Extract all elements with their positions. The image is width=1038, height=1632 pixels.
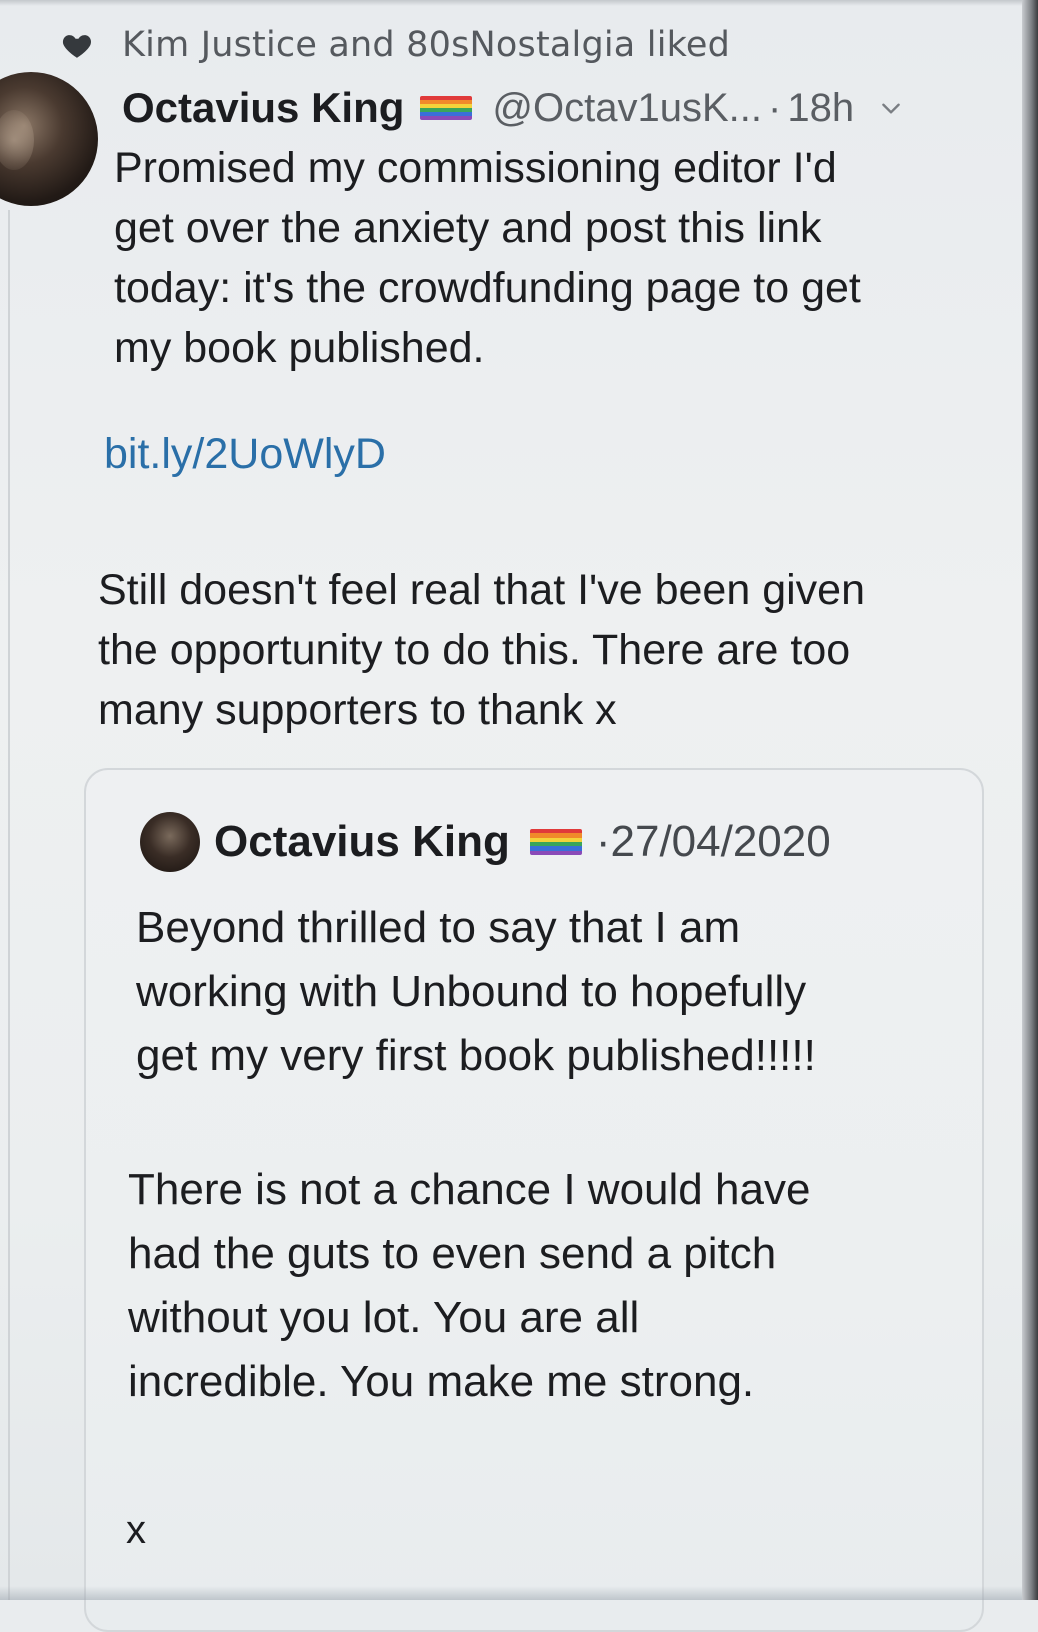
tweet-text: Promised my commissioning editor I'd get… bbox=[114, 144, 861, 372]
rainbow-flag-icon bbox=[529, 829, 582, 855]
author-avatar[interactable] bbox=[0, 72, 98, 206]
social-context: Kim Justice and 80sNostalgia liked bbox=[60, 20, 730, 70]
screen-bottom-edge bbox=[0, 1586, 1038, 1600]
dot-separator: · bbox=[768, 85, 782, 130]
tweet-time[interactable]: 18h bbox=[787, 86, 854, 131]
quoted-tweet-card[interactable]: Octavius King · 27/04/2020 Beyond thrill… bbox=[84, 768, 984, 1632]
author-handle[interactable]: @Octav1usK... bbox=[492, 86, 762, 131]
screen: Kim Justice and 80sNostalgia liked Octav… bbox=[0, 0, 1038, 1632]
chevron-down-icon[interactable] bbox=[878, 95, 904, 121]
heart-icon bbox=[62, 35, 92, 58]
author-name[interactable]: Octavius King bbox=[122, 84, 404, 132]
quoted-tweet-date: 27/04/2020 bbox=[610, 817, 831, 866]
social-context-text[interactable]: Kim Justice and 80sNostalgia liked bbox=[122, 25, 730, 65]
rainbow-flag-icon bbox=[420, 96, 473, 120]
device-bezel bbox=[1022, 0, 1038, 1600]
quoted-tweet-signoff: x bbox=[126, 1508, 146, 1552]
dot-separator: · bbox=[595, 817, 611, 866]
tweet-text-continued: Still doesn't feel real that I've been g… bbox=[98, 566, 866, 734]
screen-top-edge bbox=[0, 0, 1038, 6]
quoted-tweet-text: Beyond thrilled to say that I am working… bbox=[136, 903, 816, 1080]
quoted-tweet-header: Octavius King · 27/04/2020 bbox=[140, 810, 831, 874]
tweet-link[interactable]: bit.ly/2UoWlyD bbox=[104, 430, 386, 479]
timeline-thread-line bbox=[8, 210, 10, 1600]
quoted-author-name: Octavius King bbox=[214, 817, 510, 866]
quoted-author-avatar bbox=[140, 812, 200, 872]
quoted-tweet-text-continued: There is not a chance I would have had t… bbox=[128, 1165, 811, 1406]
tweet-header: Octavius King @Octav1usK... · 18h bbox=[122, 78, 904, 138]
